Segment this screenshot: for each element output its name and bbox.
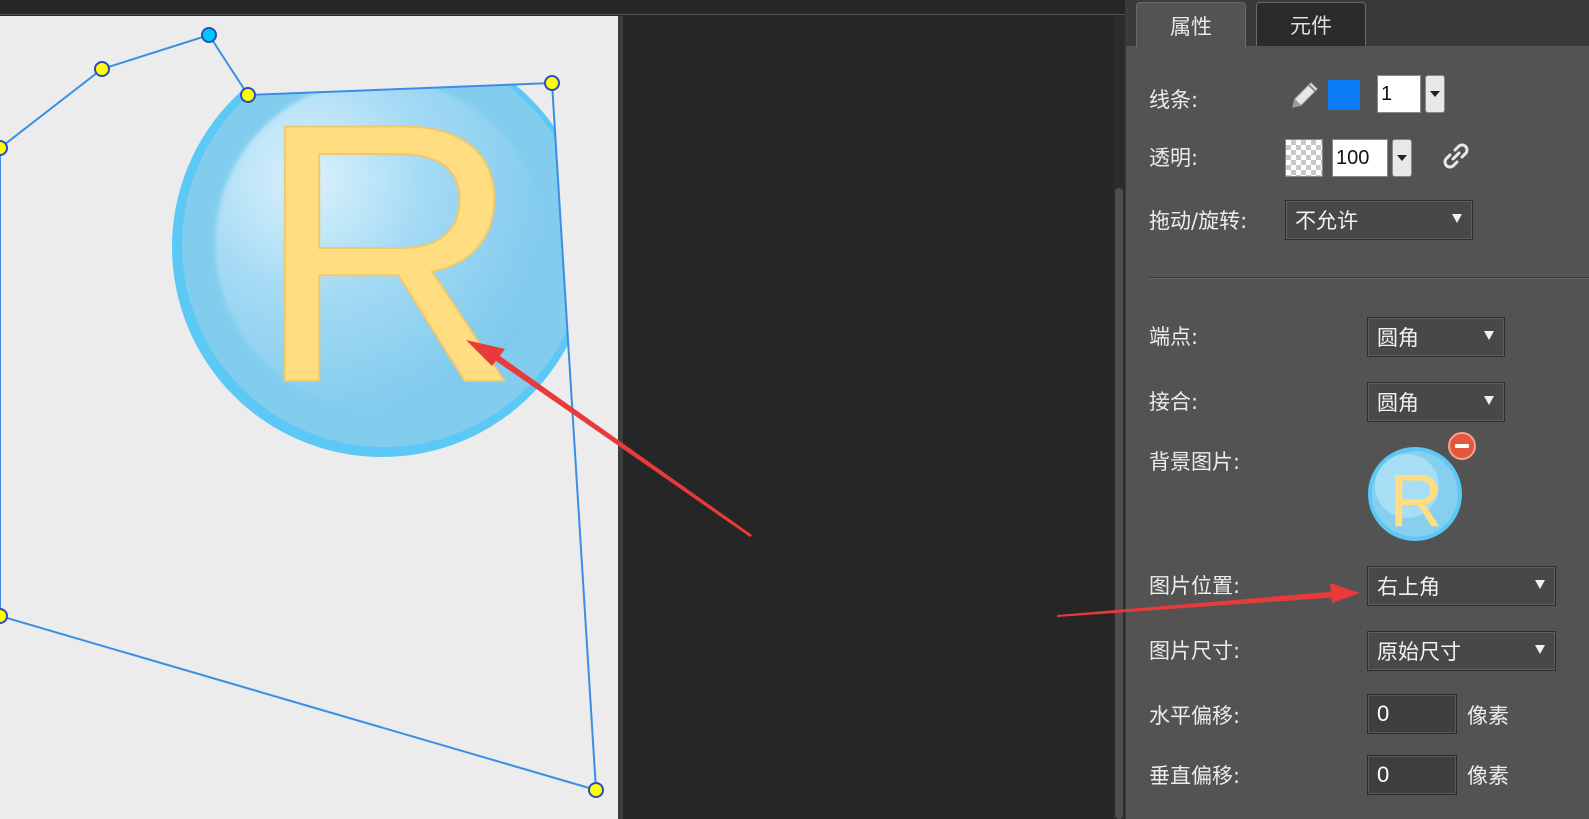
vertical-offset-input[interactable]: 0	[1367, 755, 1457, 795]
vertex-handle[interactable]	[0, 608, 8, 624]
thumbnail-letter: R	[1389, 459, 1442, 542]
vertex-handle-active[interactable]	[201, 27, 217, 43]
scrollbar-thumb[interactable]	[1115, 188, 1123, 819]
chevron-down-icon	[1535, 645, 1545, 654]
drag-rotate-value: 不允许	[1295, 209, 1358, 233]
chevron-down-icon	[1535, 580, 1545, 589]
logo-letter: R	[254, 47, 521, 460]
horizontal-offset-input[interactable]: 0	[1367, 694, 1457, 734]
link-icon[interactable]	[1438, 138, 1474, 174]
drag-rotate-label: 拖动/旋转:	[1149, 209, 1248, 233]
opacity-spinner[interactable]	[1392, 139, 1412, 177]
vertex-handle[interactable]	[240, 87, 256, 103]
drawing-canvas[interactable]: R	[0, 16, 618, 819]
line-color-swatch[interactable]	[1328, 80, 1360, 110]
image-size-label: 图片尺寸:	[1149, 639, 1241, 663]
background-image-logo: R	[172, 37, 592, 461]
line-label: 线条:	[1149, 88, 1199, 112]
line-join-select[interactable]: 圆角	[1367, 382, 1505, 422]
opacity-preview[interactable]	[1285, 139, 1323, 177]
image-position-select[interactable]: 右上角	[1367, 566, 1556, 606]
workspace-area	[623, 16, 1113, 819]
section-divider	[1149, 277, 1589, 279]
canvas-svg: R	[0, 27, 604, 798]
tab-properties[interactable]: 属性	[1136, 2, 1246, 48]
horizontal-offset-unit: 像素	[1467, 704, 1509, 728]
image-size-value: 原始尺寸	[1377, 640, 1461, 664]
vertex-handle[interactable]	[94, 61, 110, 77]
chevron-down-icon	[1484, 396, 1494, 405]
line-cap-label: 端点:	[1149, 325, 1199, 349]
chevron-down-icon	[1452, 214, 1462, 223]
vertical-offset-unit: 像素	[1467, 764, 1509, 788]
editor-window: R 属性 元件 线条: 1 透明: 100 拖动/旋转: 不允许 端点: 圆角 …	[0, 0, 1589, 819]
panel-tabs: 属性 元件	[1126, 0, 1589, 48]
image-position-label: 图片位置:	[1149, 574, 1241, 598]
vertex-handle[interactable]	[0, 140, 8, 156]
line-cap-value: 圆角	[1377, 326, 1419, 350]
line-width-input[interactable]: 1	[1377, 75, 1421, 113]
background-image-thumbnail[interactable]: R	[1367, 446, 1463, 542]
line-cap-select[interactable]: 圆角	[1367, 317, 1505, 357]
remove-icon[interactable]	[1448, 432, 1476, 460]
vertex-handle[interactable]	[588, 782, 604, 798]
line-join-label: 接合:	[1149, 390, 1199, 414]
drag-rotate-select[interactable]: 不允许	[1285, 200, 1473, 240]
background-image-label: 背景图片:	[1149, 450, 1241, 474]
image-size-select[interactable]: 原始尺寸	[1367, 631, 1556, 671]
horizontal-offset-label: 水平偏移:	[1149, 704, 1241, 728]
opacity-input[interactable]: 100	[1332, 139, 1388, 177]
pencil-icon[interactable]	[1287, 77, 1323, 113]
chevron-down-icon	[1484, 331, 1494, 340]
vertex-handle[interactable]	[544, 75, 560, 91]
vertical-scrollbar[interactable]	[1113, 16, 1125, 819]
vertical-offset-label: 垂直偏移:	[1149, 764, 1241, 788]
line-width-spinner[interactable]	[1425, 75, 1445, 113]
tab-components[interactable]: 元件	[1256, 2, 1366, 46]
opacity-label: 透明:	[1149, 146, 1199, 170]
top-strip	[0, 0, 1125, 15]
image-position-value: 右上角	[1377, 575, 1440, 599]
line-join-value: 圆角	[1377, 391, 1419, 415]
